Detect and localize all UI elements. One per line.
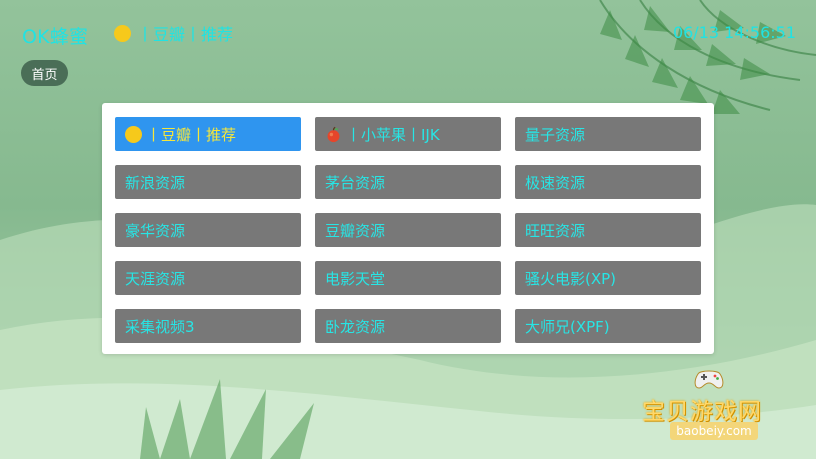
home-tab[interactable]: 首页	[21, 60, 68, 86]
source-item-label: 丨豆瓣丨推荐	[146, 125, 237, 144]
source-item-label: 旺旺资源	[525, 221, 586, 240]
source-item[interactable]: 丨小苹果丨IJK	[315, 117, 501, 151]
source-item[interactable]: 新浪资源	[115, 165, 301, 199]
clock: 06/13 14:56:51	[672, 23, 796, 42]
source-item-label: 丨小苹果丨IJK	[346, 125, 440, 144]
current-source[interactable]: 丨豆瓣丨推荐	[114, 21, 233, 45]
source-item-label: 大师兄(XPF)	[525, 317, 610, 336]
source-item[interactable]: 骚火电影(XP)	[515, 261, 701, 295]
source-item[interactable]: 大师兄(XPF)	[515, 309, 701, 343]
source-item-label: 采集视频3	[125, 317, 195, 336]
source-item-label: 卧龙资源	[325, 317, 386, 336]
source-item[interactable]: 极速资源	[515, 165, 701, 199]
source-item-label: 量子资源	[525, 125, 586, 144]
source-item[interactable]: 旺旺资源	[515, 213, 701, 247]
source-item-label: 新浪资源	[125, 173, 186, 192]
source-grid: 丨豆瓣丨推荐 丨小苹果丨IJK 量子资源 新浪资源 茅台资源 极速资源 豪华资源…	[115, 117, 701, 343]
app-title: OK蜂蜜	[22, 26, 89, 48]
watermark-text: 宝贝游戏网	[642, 399, 762, 425]
source-picker-dialog: 丨豆瓣丨推荐 丨小苹果丨IJK 量子资源 新浪资源 茅台资源 极速资源 豪华资源…	[102, 103, 714, 354]
source-item[interactable]: 电影天堂	[315, 261, 501, 295]
screen: OK蜂蜜 丨豆瓣丨推荐 06/13 14:56:51 首页 丨豆瓣丨推荐 丨小苹…	[0, 0, 816, 459]
source-item-label: 茅台资源	[325, 173, 386, 192]
current-source-label: 丨豆瓣丨推荐	[137, 25, 234, 44]
source-item[interactable]: 丨豆瓣丨推荐	[115, 117, 301, 151]
apple-icon	[327, 126, 340, 142]
yellow-circle-icon	[125, 125, 142, 143]
watermark-logo: 宝贝游戏网 baobeiy.com	[630, 362, 800, 452]
source-item-label: 骚火电影(XP)	[525, 269, 617, 288]
gamepad-icon	[694, 370, 724, 389]
source-item[interactable]: 豆瓣资源	[315, 213, 501, 247]
source-item[interactable]: 天涯资源	[115, 261, 301, 295]
source-item-label: 天涯资源	[125, 269, 186, 288]
source-item-label: 电影天堂	[325, 269, 386, 288]
source-item-label: 极速资源	[525, 173, 586, 192]
watermark-url: baobeiy.com	[670, 422, 758, 440]
source-item[interactable]: 豪华资源	[115, 213, 301, 247]
source-item[interactable]: 量子资源	[515, 117, 701, 151]
source-item-label: 豪华资源	[125, 221, 186, 240]
source-item[interactable]: 卧龙资源	[315, 309, 501, 343]
source-item[interactable]: 茅台资源	[315, 165, 501, 199]
source-item[interactable]: 采集视频3	[115, 309, 301, 343]
yellow-circle-icon	[114, 24, 131, 42]
source-item-label: 豆瓣资源	[325, 221, 386, 240]
